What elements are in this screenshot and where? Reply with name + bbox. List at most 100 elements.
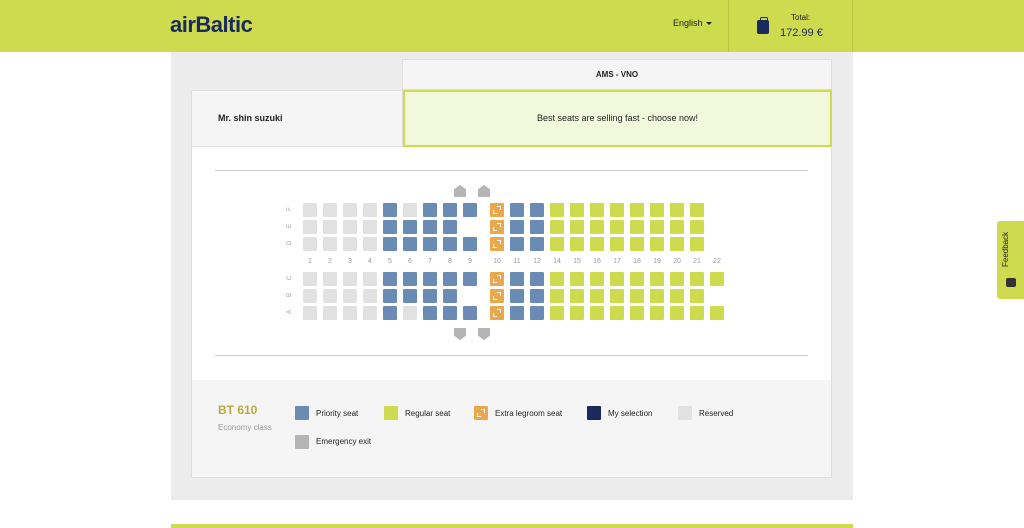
seat-19D[interactable] xyxy=(650,237,664,251)
seat-18C[interactable] xyxy=(630,272,644,286)
seat-17B[interactable] xyxy=(610,289,624,303)
seat-10F[interactable] xyxy=(490,203,504,217)
seat-9C[interactable] xyxy=(463,272,477,286)
seat-10A[interactable] xyxy=(490,306,504,320)
seat-5D[interactable] xyxy=(383,237,397,251)
seat-11A[interactable] xyxy=(510,306,524,320)
seat-12C[interactable] xyxy=(530,272,544,286)
seat-18B[interactable] xyxy=(630,289,644,303)
seat-7A[interactable] xyxy=(423,306,437,320)
seat-12D[interactable] xyxy=(530,237,544,251)
seat-15F[interactable] xyxy=(570,203,584,217)
feedback-tab[interactable]: Feedback xyxy=(997,221,1024,299)
seat-17A[interactable] xyxy=(610,306,624,320)
seat-18D[interactable] xyxy=(630,237,644,251)
seat-20C[interactable] xyxy=(670,272,684,286)
seat-12A[interactable] xyxy=(530,306,544,320)
seat-9A[interactable] xyxy=(463,306,477,320)
seat-14D[interactable] xyxy=(550,237,564,251)
seat-7F[interactable] xyxy=(423,203,437,217)
seat-18E[interactable] xyxy=(630,220,644,234)
seat-21D[interactable] xyxy=(690,237,704,251)
seat-17E[interactable] xyxy=(610,220,624,234)
seat-8B[interactable] xyxy=(443,289,457,303)
seat-11B[interactable] xyxy=(510,289,524,303)
seat-6C[interactable] xyxy=(403,272,417,286)
seat-5B[interactable] xyxy=(383,289,397,303)
seat-17C[interactable] xyxy=(610,272,624,286)
seat-12B[interactable] xyxy=(530,289,544,303)
seat-6B[interactable] xyxy=(403,289,417,303)
seat-8E[interactable] xyxy=(443,220,457,234)
seat-8D[interactable] xyxy=(443,237,457,251)
seat-14A[interactable] xyxy=(550,306,564,320)
seat-20F[interactable] xyxy=(670,203,684,217)
seat-7C[interactable] xyxy=(423,272,437,286)
seat-20A[interactable] xyxy=(670,306,684,320)
seat-14F[interactable] xyxy=(550,203,564,217)
seat-5A[interactable] xyxy=(383,306,397,320)
seat-6D[interactable] xyxy=(403,237,417,251)
seat-21B[interactable] xyxy=(690,289,704,303)
passenger-item[interactable]: Mr. shin suzuki xyxy=(191,90,403,147)
seat-21F[interactable] xyxy=(690,203,704,217)
seat-21A[interactable] xyxy=(690,306,704,320)
seat-8C[interactable] xyxy=(443,272,457,286)
seat-15E[interactable] xyxy=(570,220,584,234)
seat-10D[interactable] xyxy=(490,237,504,251)
seat-21E[interactable] xyxy=(690,220,704,234)
seat-15B[interactable] xyxy=(570,289,584,303)
seat-8F[interactable] xyxy=(443,203,457,217)
seat-14E[interactable] xyxy=(550,220,564,234)
seat-14B[interactable] xyxy=(550,289,564,303)
seat-11E[interactable] xyxy=(510,220,524,234)
seat-5E[interactable] xyxy=(383,220,397,234)
seat-14C[interactable] xyxy=(550,272,564,286)
cart-total[interactable]: Total: 172.99 € xyxy=(728,0,853,52)
seat-15C[interactable] xyxy=(570,272,584,286)
seat-7B[interactable] xyxy=(423,289,437,303)
seat-5F[interactable] xyxy=(383,203,397,217)
seat-18A[interactable] xyxy=(630,306,644,320)
seat-16A[interactable] xyxy=(590,306,604,320)
seat-15D[interactable] xyxy=(570,237,584,251)
seat-11C[interactable] xyxy=(510,272,524,286)
seat-10C[interactable] xyxy=(490,272,504,286)
seat-19A[interactable] xyxy=(650,306,664,320)
seat-16D[interactable] xyxy=(590,237,604,251)
seat-16B[interactable] xyxy=(590,289,604,303)
seat-20B[interactable] xyxy=(670,289,684,303)
seat-7E[interactable] xyxy=(423,220,437,234)
seat-15A[interactable] xyxy=(570,306,584,320)
seat-22C[interactable] xyxy=(710,272,724,286)
seat-11F[interactable] xyxy=(510,203,524,217)
seat-19B[interactable] xyxy=(650,289,664,303)
seat-11D[interactable] xyxy=(510,237,524,251)
seat-20D[interactable] xyxy=(670,237,684,251)
seat-9F[interactable] xyxy=(463,203,477,217)
seat-19F[interactable] xyxy=(650,203,664,217)
airbaltic-logo[interactable]: airBaltic xyxy=(170,12,253,38)
seat-17F[interactable] xyxy=(610,203,624,217)
seat-19E[interactable] xyxy=(650,220,664,234)
language-selector[interactable]: English xyxy=(673,18,712,28)
seat-12E[interactable] xyxy=(530,220,544,234)
seat-16E[interactable] xyxy=(590,220,604,234)
seat-10B[interactable] xyxy=(490,289,504,303)
seat-21C[interactable] xyxy=(690,272,704,286)
seat-17D[interactable] xyxy=(610,237,624,251)
seat-19C[interactable] xyxy=(650,272,664,286)
seat-9D[interactable] xyxy=(463,237,477,251)
seat-5C[interactable] xyxy=(383,272,397,286)
seat-16F[interactable] xyxy=(590,203,604,217)
seat-10E[interactable] xyxy=(490,220,504,234)
seat-8A[interactable] xyxy=(443,306,457,320)
seat-22A[interactable] xyxy=(710,306,724,320)
seat-7D[interactable] xyxy=(423,237,437,251)
route-tab[interactable]: AMS - VNO xyxy=(402,59,832,90)
seat-6E[interactable] xyxy=(403,220,417,234)
seat-18F[interactable] xyxy=(630,203,644,217)
seat-12F[interactable] xyxy=(530,203,544,217)
seat-16C[interactable] xyxy=(590,272,604,286)
seat-20E[interactable] xyxy=(670,220,684,234)
